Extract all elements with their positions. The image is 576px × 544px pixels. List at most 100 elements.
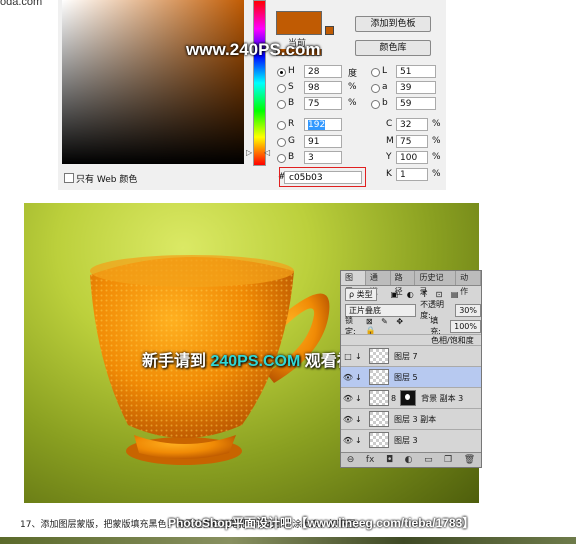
field-value: 75 <box>308 99 320 109</box>
field-input-5[interactable]: 3 <box>304 151 342 164</box>
field-input-0[interactable]: 28 <box>304 65 342 78</box>
layer-row[interactable]: □ ↓ 图层 7 <box>341 345 481 366</box>
hue-arrow-left-icon: ▷ <box>246 148 253 157</box>
layer-name: 背景 副本 3 <box>421 393 464 403</box>
cmyk-input[interactable]: 1 <box>396 168 428 181</box>
field-value: 192 <box>308 120 326 130</box>
cmyk-label: Y <box>386 152 392 162</box>
web-only-checkbox[interactable] <box>64 173 74 183</box>
layer-name: 图层 3 副本 <box>394 414 437 424</box>
radio-s-1[interactable] <box>277 84 286 93</box>
clip-icon: ↓ <box>355 372 362 382</box>
eye-icon[interactable]: 👁 <box>341 373 355 382</box>
eye-icon[interactable]: 👁 <box>341 436 355 445</box>
cmyk-unit: % <box>432 136 441 146</box>
layer-name: 图层 3 <box>394 435 418 445</box>
field-unit: % <box>348 82 357 92</box>
tab-1[interactable]: 通道 <box>366 271 391 296</box>
layer-row[interactable]: 👁 ↓ 图层 5 <box>341 366 481 387</box>
layer-name: 图层 7 <box>394 351 418 361</box>
layer-row[interactable]: 👁 ↓ 图层 3 副本 <box>341 408 481 429</box>
layer-row-partial[interactable]: 色相/饱和度 <box>341 334 481 345</box>
radio-b-2[interactable] <box>277 100 286 109</box>
layer-thumbnail[interactable] <box>369 369 389 385</box>
field-input-2[interactable]: 75 <box>304 97 342 110</box>
eye-icon[interactable]: 👁 <box>341 394 355 403</box>
lab-label: L <box>382 66 388 76</box>
field-label: R <box>288 119 295 129</box>
field-value: 28 <box>308 67 320 77</box>
lock-icons[interactable]: ⊠ ✎ ✥ 🔒 <box>366 317 422 335</box>
layers-panel: 图层通道路径历史记录动作 ρ 类型 ▣ ◐ T ⊡ ▤ 正片叠底 不透明度: 3… <box>340 270 482 468</box>
cmyk-input[interactable]: 100 <box>396 151 428 164</box>
web-safe-cube-icon[interactable] <box>325 26 334 35</box>
fill-input[interactable]: 100% <box>450 319 481 333</box>
color-libraries-button[interactable]: 颜色库 <box>355 40 431 56</box>
new-color-swatch <box>276 11 322 35</box>
color-picker-dialog: ▷ ◁ 当前 添加到色板 颜色库 www.240PS.com H 28 度 S … <box>58 0 446 190</box>
field-label: H <box>288 66 295 76</box>
lab-input[interactable]: 39 <box>396 81 436 94</box>
link-icon[interactable]: 8 <box>391 394 396 403</box>
eye-icon[interactable]: 👁 <box>341 415 355 424</box>
field-value: 98 <box>308 83 320 93</box>
lock-row: 锁定: ⊠ ✎ ✥ 🔒 填充: 100% <box>341 316 481 336</box>
lab-input[interactable]: 51 <box>396 65 436 78</box>
site-url-fragment: oda.com <box>0 0 43 8</box>
layer-thumbnail[interactable] <box>369 390 389 406</box>
watermark-240ps: www.240PS.com <box>186 40 321 59</box>
layer-row[interactable]: 👁 ↓ 图层 3 <box>341 429 481 450</box>
fx-icon[interactable]: fx <box>366 455 375 465</box>
tab-0[interactable]: 图层 <box>341 271 366 296</box>
opacity-input[interactable]: 30% <box>455 303 481 317</box>
hex-input[interactable]: c05b03 <box>284 171 362 184</box>
cmyk-input[interactable]: 75 <box>396 135 428 148</box>
radio-lab-2[interactable] <box>371 100 380 109</box>
cmyk-input[interactable]: 32 <box>396 118 428 131</box>
saturation-brightness-field[interactable] <box>62 0 244 164</box>
radio-lab-1[interactable] <box>371 84 380 93</box>
cmyk-unit: % <box>432 119 441 129</box>
layer-thumbnail[interactable] <box>369 432 389 448</box>
layer-thumbnail[interactable] <box>369 411 389 427</box>
filter-icons[interactable]: ▣ ◐ T ⊡ ▤ <box>391 290 462 299</box>
eye-hidden-icon[interactable]: □ <box>341 352 355 361</box>
layer-row[interactable]: 👁 ↓ 8 背景 副本 3 <box>341 387 481 408</box>
radio-lab-0[interactable] <box>371 68 380 77</box>
watermark-prefix: 新手请到 <box>142 353 207 370</box>
field-value: 91 <box>308 137 320 147</box>
layer-thumbnail[interactable] <box>369 348 389 364</box>
link-icon[interactable]: ⊖ <box>347 455 355 465</box>
layers-footer: ⊖ fx ◘ ◐ ▭ ❐ 🗑 <box>341 452 481 467</box>
hue-arrow-right-icon: ◁ <box>264 148 271 157</box>
mask-icon[interactable]: ◘ <box>386 455 393 465</box>
layer-name: 图层 5 <box>394 372 418 382</box>
field-input-4[interactable]: 91 <box>304 135 342 148</box>
cmyk-unit: % <box>432 169 441 179</box>
radio-b-5[interactable] <box>277 154 286 163</box>
add-to-swatches-button[interactable]: 添加到色板 <box>355 16 431 32</box>
folder-icon[interactable]: ▭ <box>424 455 433 465</box>
tab-4[interactable]: 动作 <box>456 271 481 296</box>
watermark-tieba: PhotoShop平面设计吧 【www.lineeg.com/tieba/178… <box>168 516 475 530</box>
radio-h-0[interactable] <box>277 68 286 77</box>
new-layer-icon[interactable]: ❐ <box>444 455 452 465</box>
lab-input[interactable]: 59 <box>396 97 436 110</box>
field-input-1[interactable]: 98 <box>304 81 342 94</box>
trash-icon[interactable]: 🗑 <box>464 455 475 465</box>
next-image-strip <box>0 537 576 544</box>
cmyk-unit: % <box>432 152 441 162</box>
field-input-3[interactable]: 192 <box>304 118 342 131</box>
field-label: B <box>288 152 295 162</box>
adjustment-icon[interactable]: ◐ <box>405 455 413 465</box>
tab-2[interactable]: 路径 <box>391 271 416 296</box>
clip-icon: ↓ <box>355 351 362 361</box>
panel-tabs: 图层通道路径历史记录动作 <box>341 271 481 296</box>
tab-3[interactable]: 历史记录 <box>415 271 457 296</box>
hue-slider[interactable] <box>253 0 266 166</box>
layer-mask-thumbnail[interactable] <box>400 390 417 406</box>
radio-g-4[interactable] <box>277 138 286 147</box>
cmyk-label: M <box>386 136 394 146</box>
radio-r-3[interactable] <box>277 121 286 130</box>
layer-kind-dropdown[interactable]: ρ 类型 <box>345 287 377 301</box>
